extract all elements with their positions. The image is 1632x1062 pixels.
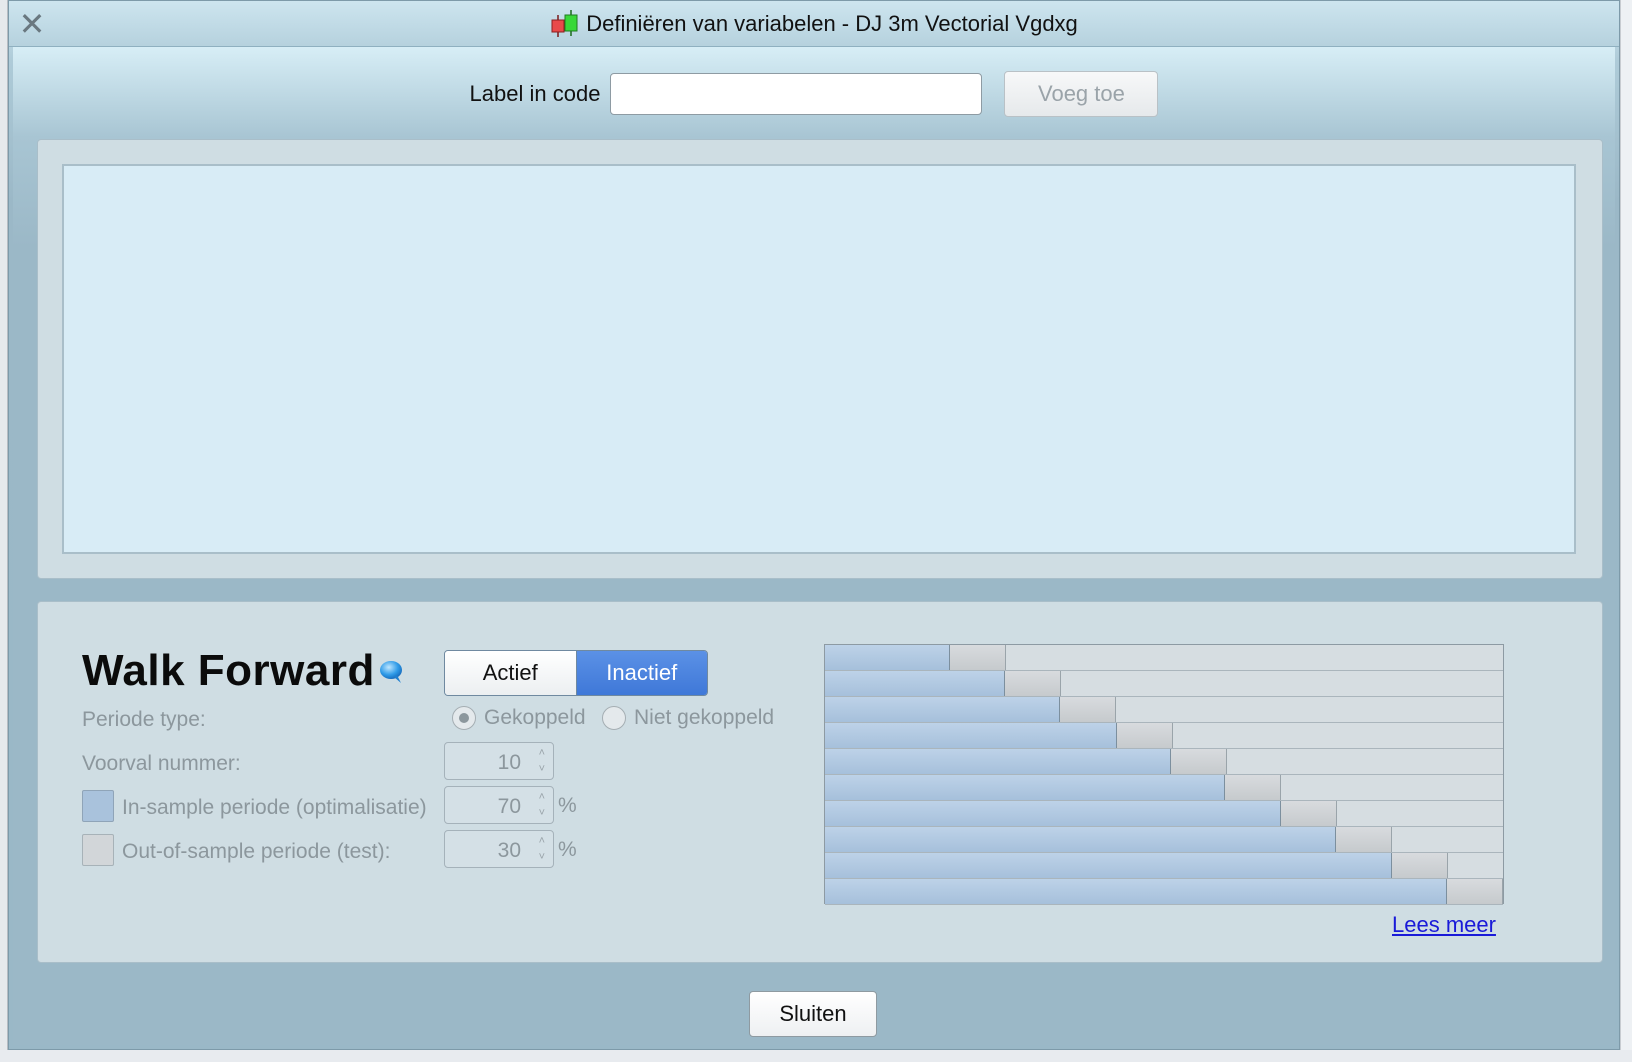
out-of-sample-value: 30 [497, 839, 521, 862]
walk-forward-panel: Walk Forward Actief Inactief Periode typ… [37, 601, 1603, 963]
in-sample-bar [825, 723, 1117, 748]
toggle-actief[interactable]: Actief [445, 651, 577, 695]
label-in-code-label: Label in code [469, 81, 601, 106]
out-of-sample-checkbox[interactable] [82, 834, 114, 866]
walk-forward-row [825, 697, 1503, 723]
out-of-sample-bar [1447, 879, 1503, 904]
out-of-sample-bar [1281, 801, 1337, 826]
radio-niet-gekoppeld-label: Niet gekoppeld [634, 706, 775, 729]
walk-forward-row [825, 723, 1503, 749]
variables-list[interactable] [62, 164, 1576, 554]
walk-forward-row [825, 853, 1503, 879]
title-wrap: Definiëren van variabelen - DJ 3m Vector… [9, 1, 1619, 47]
out-of-sample-bar [1005, 671, 1061, 696]
out-of-sample-bar [1060, 697, 1116, 722]
out-of-sample-bar [950, 645, 1006, 670]
speech-bubble-icon[interactable] [378, 660, 404, 684]
in-sample-bar [825, 827, 1336, 852]
walk-forward-row [825, 827, 1503, 853]
walk-forward-row [825, 801, 1503, 827]
walk-forward-row [825, 749, 1503, 775]
out-of-sample-bar [1117, 723, 1173, 748]
period-type-label: Periode type: [82, 708, 206, 731]
define-variables-dialog: ✕ Definiëren van variabelen - DJ 3m Vect… [8, 0, 1620, 1050]
in-sample-bar [825, 645, 950, 670]
add-button[interactable]: Voeg toe [1004, 71, 1159, 117]
in-sample-value: 70 [497, 795, 521, 818]
close-button[interactable]: Sluiten [749, 991, 877, 1037]
out-of-sample-bar [1336, 827, 1392, 852]
toggle-inactief[interactable]: Inactief [576, 651, 707, 695]
dialog-body: Label in code Voeg toe Walk Forward Acti… [13, 47, 1615, 1045]
out-of-sample-bar [1225, 775, 1281, 800]
stepper-arrows-icon[interactable]: ˄ ˅ [539, 745, 545, 777]
walk-forward-row [825, 671, 1503, 697]
out-of-sample-percent: % [558, 838, 577, 861]
out-of-sample-bar [1171, 749, 1227, 774]
radio-gekoppeld-label: Gekoppeld [484, 706, 586, 729]
label-in-code-input[interactable] [610, 73, 983, 115]
in-sample-bar [825, 749, 1171, 774]
walk-forward-row [825, 879, 1503, 905]
in-sample-label: In-sample periode (optimalisatie) [122, 796, 427, 819]
in-sample-bar [825, 879, 1447, 904]
title-bar: ✕ Definiëren van variabelen - DJ 3m Vect… [9, 1, 1619, 47]
background-app-bottom-edge [0, 1050, 1632, 1062]
label-row: Label in code Voeg toe [13, 71, 1615, 117]
run-number-stepper[interactable]: 10 ˄ ˅ [444, 742, 554, 780]
in-sample-bar [825, 853, 1392, 878]
radio-niet-gekoppeld[interactable] [602, 706, 626, 730]
out-of-sample-label: Out-of-sample periode (test): [122, 840, 391, 863]
radio-gekoppeld[interactable] [452, 706, 476, 730]
in-sample-bar [825, 801, 1281, 826]
background-app-right-edge [1620, 0, 1632, 1062]
walk-forward-diagram [824, 644, 1504, 905]
stepper-arrows-icon[interactable]: ˄ ˅ [539, 833, 545, 865]
run-number-label: Voorval nummer: [82, 752, 241, 775]
walk-forward-title: Walk Forward [82, 646, 375, 695]
walk-forward-row [825, 775, 1503, 801]
stepper-arrows-icon[interactable]: ˄ ˅ [539, 789, 545, 821]
in-sample-bar [825, 671, 1005, 696]
window-title: Definiëren van variabelen - DJ 3m Vector… [586, 11, 1078, 36]
background-app-left-edge [0, 0, 8, 1062]
out-of-sample-stepper[interactable]: 30 ˄ ˅ [444, 830, 554, 868]
in-sample-bar [825, 697, 1060, 722]
walk-forward-row [825, 645, 1503, 671]
in-sample-percent: % [558, 794, 577, 817]
run-number-value: 10 [497, 751, 521, 774]
in-sample-bar [825, 775, 1225, 800]
out-of-sample-bar [1392, 853, 1448, 878]
in-sample-checkbox[interactable] [82, 790, 114, 822]
read-more-link[interactable]: Lees meer [1392, 912, 1496, 938]
candlestick-icon [551, 10, 578, 37]
walk-forward-toggle: Actief Inactief [444, 650, 708, 696]
variables-panel [37, 139, 1603, 579]
in-sample-stepper[interactable]: 70 ˄ ˅ [444, 786, 554, 824]
